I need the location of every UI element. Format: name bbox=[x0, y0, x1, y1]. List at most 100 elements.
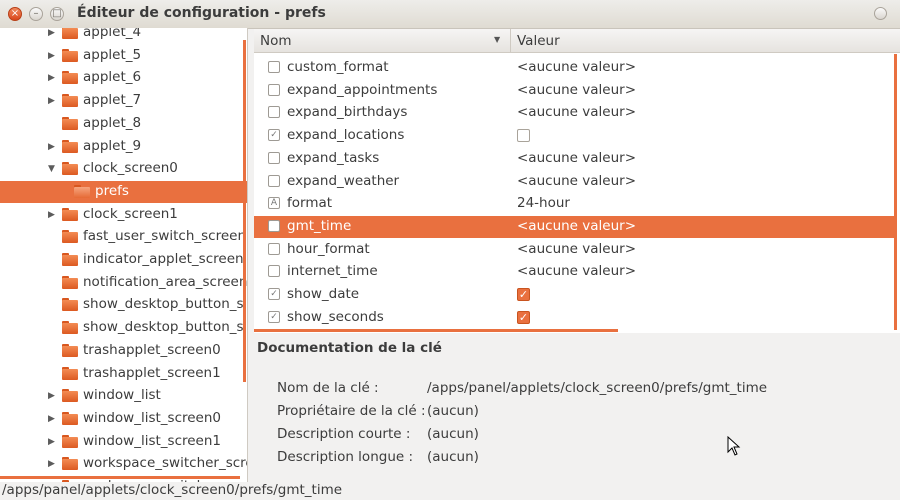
tree-item[interactable]: indicator_applet_screen bbox=[0, 249, 247, 271]
key-row[interactable]: ✓ expand_locations bbox=[254, 125, 896, 147]
value-checkbox[interactable]: ✓ bbox=[517, 288, 530, 301]
key-list-scrollbar[interactable] bbox=[894, 54, 897, 330]
key-row[interactable]: expand_appointments <aucune valeur> bbox=[254, 80, 896, 102]
key-name: expand_locations bbox=[287, 127, 405, 144]
key-value[interactable]: <aucune valeur> bbox=[517, 263, 636, 279]
expander-closed-icon[interactable]: ▶ bbox=[48, 28, 58, 39]
tree-item[interactable]: ▶ applet_9 bbox=[0, 136, 247, 158]
tree-item[interactable]: ▶ window_list_screen0 bbox=[0, 408, 247, 430]
expander-closed-icon[interactable]: ▶ bbox=[48, 50, 58, 62]
key-value[interactable]: <aucune valeur> bbox=[517, 241, 636, 257]
key-tree[interactable]: ▶ applet_4 ▶ applet_5 ▶ applet_6 ▶ applet_7appl… bbox=[0, 28, 248, 482]
key-name: expand_appointments bbox=[287, 81, 438, 98]
folder-icon bbox=[62, 321, 78, 335]
tree-item[interactable]: show_desktop_button_s bbox=[0, 317, 247, 339]
key-value[interactable]: <aucune valeur> bbox=[517, 150, 636, 166]
status-bar: /apps/panel/applets/clock_screen0/prefs/… bbox=[0, 482, 900, 500]
column-header-value[interactable]: Valeur bbox=[511, 29, 900, 53]
unset-type-icon bbox=[268, 219, 280, 232]
expander-closed-icon[interactable]: ▶ bbox=[48, 141, 58, 153]
string-type-icon: A bbox=[268, 197, 280, 210]
folder-icon bbox=[62, 28, 78, 39]
tree-item[interactable]: prefs bbox=[0, 180, 247, 203]
key-value[interactable]: 24-hour bbox=[517, 195, 570, 211]
tree-item[interactable]: fast_user_switch_screen bbox=[0, 226, 247, 248]
folder-icon bbox=[62, 411, 78, 425]
tree-item-label: applet_8 bbox=[83, 114, 142, 131]
minimize-button[interactable]: – bbox=[29, 7, 43, 21]
tree-item[interactable]: ▶ window_list_screen1 bbox=[0, 431, 247, 453]
expander-closed-icon[interactable]: ▶ bbox=[48, 209, 58, 221]
folder-icon bbox=[62, 94, 78, 108]
expander-closed-icon[interactable]: ▶ bbox=[48, 436, 58, 448]
key-row[interactable]: internet_time <aucune valeur> bbox=[254, 261, 896, 283]
tree-item[interactable]: ▶ workspace_switcher_scre bbox=[0, 453, 247, 475]
value-checkbox[interactable] bbox=[517, 129, 530, 143]
key-row[interactable]: gmt_time <aucune valeur> bbox=[254, 215, 896, 238]
value-checkbox[interactable]: ✓ bbox=[517, 310, 530, 324]
tree-item[interactable]: ▶ clock_screen1 bbox=[0, 204, 247, 226]
tree-item[interactable]: ▶ applet_5 bbox=[0, 45, 247, 67]
unset-type-icon bbox=[268, 106, 280, 119]
tree-item[interactable]: ▶ window_list bbox=[0, 385, 247, 407]
tree-item[interactable]: notification_area_screen bbox=[0, 272, 247, 294]
close-button[interactable]: × bbox=[8, 7, 22, 21]
key-value[interactable]: <aucune valeur> bbox=[517, 104, 636, 120]
tree-item[interactable]: ▶ applet_6 bbox=[0, 67, 247, 89]
tree-item-label: notification_area_screen bbox=[83, 273, 248, 290]
title-bar: × – □ Éditeur de configuration - prefs bbox=[0, 0, 900, 29]
key-name: hour_format bbox=[287, 240, 370, 257]
key-name: gmt_time bbox=[287, 217, 352, 234]
expander-closed-icon[interactable]: ▶ bbox=[48, 390, 58, 402]
folder-icon bbox=[62, 275, 78, 289]
folder-icon bbox=[62, 162, 78, 176]
tree-item[interactable]: trashapplet_screen1 bbox=[0, 363, 247, 385]
key-row[interactable]: Aformat 24-hour bbox=[254, 193, 896, 215]
key-name: show_date bbox=[287, 286, 360, 302]
key-value[interactable]: <aucune valeur> bbox=[517, 82, 636, 98]
folder-icon bbox=[62, 139, 78, 153]
tree-horizontal-scrollbar[interactable] bbox=[0, 476, 240, 479]
tree-item-label: workspace_switcher_scre bbox=[83, 455, 248, 472]
folder-icon bbox=[62, 230, 78, 244]
tree-item[interactable]: applet_8 bbox=[0, 113, 247, 135]
folder-icon bbox=[62, 298, 78, 312]
expander-closed-icon[interactable]: ▶ bbox=[48, 95, 58, 107]
key-row[interactable]: hour_format <aucune valeur> bbox=[254, 239, 896, 261]
key-value[interactable]: <aucune valeur> bbox=[517, 59, 636, 75]
key-list-horizontal-scrollbar[interactable] bbox=[254, 329, 618, 332]
key-value[interactable]: <aucune valeur> bbox=[517, 173, 636, 189]
tree-item[interactable]: ▶ applet_7 bbox=[0, 90, 247, 112]
expander-closed-icon[interactable]: ▶ bbox=[48, 72, 58, 84]
unset-type-icon bbox=[268, 242, 280, 255]
tree-item-label: show_desktop_button_s bbox=[83, 319, 244, 336]
tree-scrollbar[interactable] bbox=[243, 40, 246, 382]
key-row[interactable]: expand_weather <aucune valeur> bbox=[254, 171, 896, 193]
boolean-type-icon: ✓ bbox=[268, 310, 280, 323]
folder-icon bbox=[62, 71, 78, 85]
expander-closed-icon[interactable]: ▶ bbox=[48, 413, 58, 425]
folder-icon bbox=[62, 253, 78, 266]
key-row[interactable]: expand_tasks <aucune valeur> bbox=[254, 148, 896, 170]
expander-closed-icon[interactable]: ▶ bbox=[48, 458, 58, 470]
folder-icon bbox=[62, 48, 78, 62]
unset-type-icon bbox=[268, 151, 280, 164]
key-row[interactable]: custom_format <aucune valeur> bbox=[254, 57, 896, 79]
mouse-pointer-icon bbox=[727, 436, 741, 456]
tree-item-label: fast_user_switch_screen bbox=[83, 228, 247, 245]
doc-field-label: Propriétaire de la clé : bbox=[277, 403, 426, 419]
folder-icon bbox=[62, 434, 78, 448]
tree-item[interactable]: show_desktop_button_s bbox=[0, 294, 247, 316]
key-row[interactable]: ✓ show_seconds ✓ bbox=[254, 307, 896, 329]
window-menu-icon[interactable] bbox=[874, 7, 887, 20]
key-list[interactable]: Nom ▼ Valeur custom_format <aucune valeur… bbox=[254, 29, 900, 333]
tree-item[interactable]: ▼ clock_screen0 bbox=[0, 158, 247, 180]
key-row[interactable]: expand_birthdays <aucune valeur> bbox=[254, 102, 896, 124]
key-value[interactable]: <aucune valeur> bbox=[517, 218, 636, 234]
tree-item[interactable]: ▶ applet_4 bbox=[0, 28, 247, 44]
maximize-button[interactable]: □ bbox=[50, 7, 64, 21]
tree-item[interactable]: trashapplet_screen0 bbox=[0, 340, 247, 362]
key-row[interactable]: ✓ show_date ✓ bbox=[254, 284, 896, 306]
column-header-name[interactable]: Nom ▼ bbox=[254, 29, 511, 53]
expander-open-icon[interactable]: ▼ bbox=[48, 163, 58, 175]
